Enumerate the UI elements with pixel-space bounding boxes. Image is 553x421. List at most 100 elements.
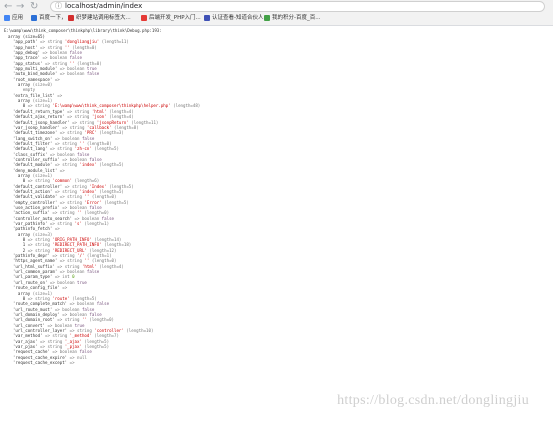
dump-token: 'REDIRECT_URL' bbox=[52, 247, 87, 253]
dump-token: 'ORIG_PATH_INFO' bbox=[52, 237, 92, 243]
dump-token: 'app_trace' bbox=[8, 55, 43, 61]
forward-icon[interactable]: → bbox=[16, 1, 24, 13]
bookmark-label: 织梦建站调用标签大... bbox=[76, 15, 131, 21]
dump-token: false bbox=[86, 71, 100, 77]
dump-token: 'lang_switch_on' bbox=[8, 135, 55, 141]
page-content: E:\wamp\www\think_composer\thinkphp\libr… bbox=[0, 26, 553, 421]
dump-token: array bbox=[8, 231, 33, 237]
bookmark-item[interactable]: 我的积分-百度_百... bbox=[264, 13, 320, 24]
dump-token: 'default_module' bbox=[8, 162, 55, 168]
bookmark-label: 应用 bbox=[12, 15, 24, 21]
dump-token: array bbox=[8, 172, 33, 178]
dump-token: false bbox=[101, 215, 114, 221]
dump-token: 'default_validate' bbox=[8, 194, 60, 200]
dump-token: 0 bbox=[8, 237, 28, 243]
dump-token: (length=11) bbox=[99, 39, 129, 45]
dump-token: => boolean bbox=[69, 301, 97, 307]
dump-token: => bbox=[57, 92, 63, 98]
var-dump-output: array (size=65) 'app_path' => string 'do… bbox=[8, 29, 200, 365]
info-icon[interactable]: ⓘ bbox=[55, 2, 62, 11]
dump-token: => bbox=[59, 167, 65, 173]
dump-token: => string bbox=[57, 263, 82, 269]
dump-token: 'html' bbox=[91, 108, 107, 114]
dump-token: => string bbox=[27, 178, 53, 184]
dump-token: 'default_controller' bbox=[8, 183, 65, 189]
dump-token: => boolean bbox=[54, 306, 82, 312]
dump-token: false bbox=[81, 135, 95, 141]
dump-token: 'html' bbox=[81, 263, 97, 269]
dump-token: => string bbox=[57, 317, 82, 323]
dump-token: => string bbox=[52, 210, 78, 216]
dump-token: 'REDIRECT_PATH_INFO' bbox=[52, 242, 102, 248]
dump-token: 'callback' bbox=[86, 124, 112, 130]
dump-token: 'default_filter' bbox=[8, 140, 55, 146]
dump-token: 'default_action' bbox=[8, 188, 55, 194]
dump-token: => int bbox=[54, 274, 73, 280]
dump-token: array bbox=[8, 98, 33, 104]
bookmark-label: 认证查看-知道合伙人 bbox=[212, 15, 264, 21]
dump-token: => boolean bbox=[54, 135, 82, 141]
dump-token: (length=0) bbox=[89, 258, 117, 264]
watermark: https://blog.csdn.net/donglingjiu bbox=[337, 393, 529, 408]
dump-token: => string bbox=[59, 194, 85, 200]
dump-token: 'controller' bbox=[94, 327, 124, 333]
dump-token: (length=0) bbox=[69, 44, 97, 50]
browser-chrome: ← → ↻ ⓘ localhost/admin/index 应用 百度一下， 织梦建… bbox=[0, 0, 553, 26]
dump-token: empty bbox=[8, 87, 36, 93]
url-text[interactable]: localhost/admin/index bbox=[65, 2, 142, 11]
dump-token: => string bbox=[27, 103, 53, 109]
dump-token: => boolean bbox=[59, 269, 87, 275]
dump-token: => string bbox=[59, 258, 85, 264]
dump-token: false bbox=[89, 156, 102, 162]
dump-token: false bbox=[69, 55, 82, 61]
dump-token: (length=10) bbox=[123, 327, 154, 333]
bookmark-item[interactable]: 后端开发_PHP入门... bbox=[141, 13, 201, 24]
bookmark-icon bbox=[68, 14, 74, 21]
dump-token: 'index' bbox=[79, 162, 97, 168]
dump-token: (size=1) bbox=[32, 172, 53, 178]
dump-token: 'controller_auto_search' bbox=[8, 215, 75, 221]
dump-token: 'request_cache_except' bbox=[8, 359, 70, 365]
bookmark-item[interactable]: 织梦建站调用标签大... bbox=[68, 13, 131, 24]
bookmark-icon bbox=[264, 14, 270, 21]
dump-token: (size=1) bbox=[32, 98, 53, 104]
dump-token: 'json' bbox=[91, 114, 107, 120]
dump-token: array bbox=[8, 290, 33, 296]
dump-token: => boolean bbox=[59, 71, 87, 77]
dump-token: 'route_complete_match' bbox=[8, 301, 70, 307]
dump-token: 2 bbox=[8, 247, 28, 253]
bookmark-icon bbox=[141, 14, 147, 21]
dump-token: 'url_html_suffix' bbox=[8, 263, 58, 269]
bookmark-icon bbox=[204, 14, 210, 21]
bookmark-item[interactable]: 认证查看-知道合伙人 bbox=[204, 13, 264, 24]
dump-token: true bbox=[77, 279, 87, 285]
dump-token: 'url_convert' bbox=[8, 322, 48, 328]
dump-token: => string bbox=[44, 60, 70, 66]
dump-token: => string bbox=[40, 39, 65, 45]
dump-token: => boolean bbox=[42, 55, 70, 61]
dump-token: (size=0) bbox=[32, 82, 53, 88]
dump-token: false bbox=[77, 151, 90, 157]
address-bar[interactable]: ⓘ localhost/admin/index bbox=[50, 1, 545, 12]
back-icon[interactable]: ← bbox=[4, 1, 12, 13]
dump-token: 'url_common_param' bbox=[8, 269, 60, 275]
dump-token: 'route_config_file' bbox=[8, 285, 63, 291]
dump-token: 'Index' bbox=[89, 183, 107, 189]
bookmark-item[interactable]: 百度一下， bbox=[31, 13, 67, 24]
reload-icon[interactable]: ↻ bbox=[30, 1, 38, 13]
dump-token: => string bbox=[49, 221, 75, 227]
dump-token: => string bbox=[27, 295, 53, 301]
bookmark-label: 我的积分-百度_百... bbox=[272, 15, 321, 21]
dump-token: (length=1) bbox=[84, 253, 112, 259]
dump-token: 'var_pathinfo' bbox=[8, 221, 50, 227]
bookmark-label: 百度一下， bbox=[39, 15, 67, 21]
bookmark-item[interactable]: 应用 bbox=[4, 13, 23, 24]
dump-token: (length=3) bbox=[96, 130, 124, 136]
dump-token: '_ajax' bbox=[64, 338, 82, 344]
dump-token: => boolean bbox=[62, 156, 90, 162]
dump-token: => string bbox=[40, 44, 65, 50]
dump-token: => null bbox=[69, 354, 87, 360]
dump-token: (length=4) bbox=[106, 108, 134, 114]
dump-token: => boolean bbox=[62, 205, 90, 210]
dump-token: 'pathinfo_fetch' bbox=[8, 226, 55, 232]
